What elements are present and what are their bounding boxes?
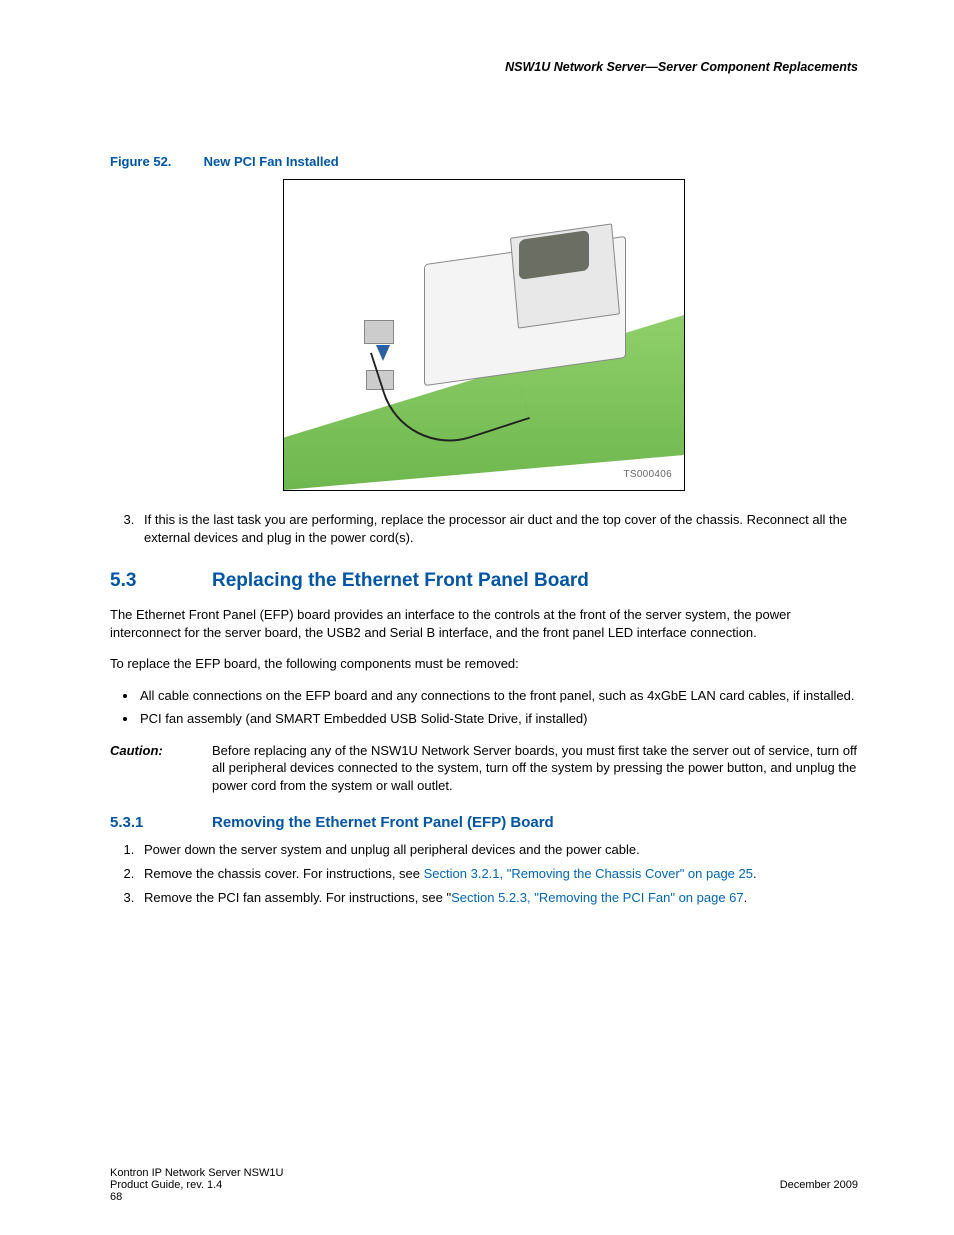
subsection-number: 5.3.1 bbox=[110, 814, 212, 831]
pci-fan-graphic bbox=[354, 220, 624, 420]
figure-52-image: TS000406 bbox=[283, 179, 685, 491]
step-2-text-b: . bbox=[753, 866, 757, 881]
xref-remove-pci-fan[interactable]: Section 5.2.3, "Removing the PCI Fan" on… bbox=[451, 890, 744, 905]
section-title: Replacing the Ethernet Front Panel Board bbox=[212, 570, 589, 592]
removal-steps-list: Power down the server system and unplug … bbox=[110, 841, 858, 906]
caution-label: Caution: bbox=[110, 742, 212, 795]
step-2: Remove the chassis cover. For instructio… bbox=[138, 865, 858, 883]
section-5-3-heading: 5.3 Replacing the Ethernet Front Panel B… bbox=[110, 570, 858, 592]
section-5-3-intro-2: To replace the EFP board, the following … bbox=[110, 655, 858, 673]
page-footer: Kontron IP Network Server NSW1U Product … bbox=[110, 1167, 858, 1203]
footer-revision: Product Guide, rev. 1.4 bbox=[110, 1179, 222, 1191]
figure-id-label: TS000406 bbox=[623, 469, 672, 480]
step-3b: Remove the PCI fan assembly. For instruc… bbox=[138, 889, 858, 907]
figure-title: New PCI Fan Installed bbox=[204, 154, 339, 169]
step-3-text-a: Remove the PCI fan assembly. For instruc… bbox=[144, 890, 451, 905]
figure-caption: Figure 52. New PCI Fan Installed bbox=[110, 154, 858, 169]
list-item: All cable connections on the EFP board a… bbox=[138, 687, 858, 705]
figure-number: Figure 52. bbox=[110, 154, 200, 169]
footer-page-number: 68 bbox=[110, 1191, 122, 1203]
footer-date: December 2009 bbox=[780, 1179, 858, 1191]
subsection-title: Removing the Ethernet Front Panel (EFP) … bbox=[212, 814, 554, 831]
removal-bullet-list: All cable connections on the EFP board a… bbox=[110, 687, 858, 728]
footer-product: Kontron IP Network Server NSW1U bbox=[110, 1167, 283, 1179]
xref-remove-cover[interactable]: Section 3.2.1, "Removing the Chassis Cov… bbox=[424, 866, 753, 881]
section-number: 5.3 bbox=[110, 570, 212, 592]
section-5-3-intro-1: The Ethernet Front Panel (EFP) board pro… bbox=[110, 606, 858, 641]
list-item: PCI fan assembly (and SMART Embedded USB… bbox=[138, 710, 858, 728]
caution-text: Before replacing any of the NSW1U Networ… bbox=[212, 742, 858, 795]
step-3-text-b: . bbox=[744, 890, 748, 905]
step-1: Power down the server system and unplug … bbox=[138, 841, 858, 859]
running-header: NSW1U Network Server—Server Component Re… bbox=[110, 60, 858, 74]
caution-block: Caution: Before replacing any of the NSW… bbox=[110, 742, 858, 795]
step-3: If this is the last task you are perform… bbox=[138, 511, 858, 546]
procedure-continuation-list: If this is the last task you are perform… bbox=[110, 511, 858, 546]
step-2-text-a: Remove the chassis cover. For instructio… bbox=[144, 866, 424, 881]
section-5-3-1-heading: 5.3.1 Removing the Ethernet Front Panel … bbox=[110, 814, 858, 831]
fan-connector-top bbox=[364, 320, 394, 344]
